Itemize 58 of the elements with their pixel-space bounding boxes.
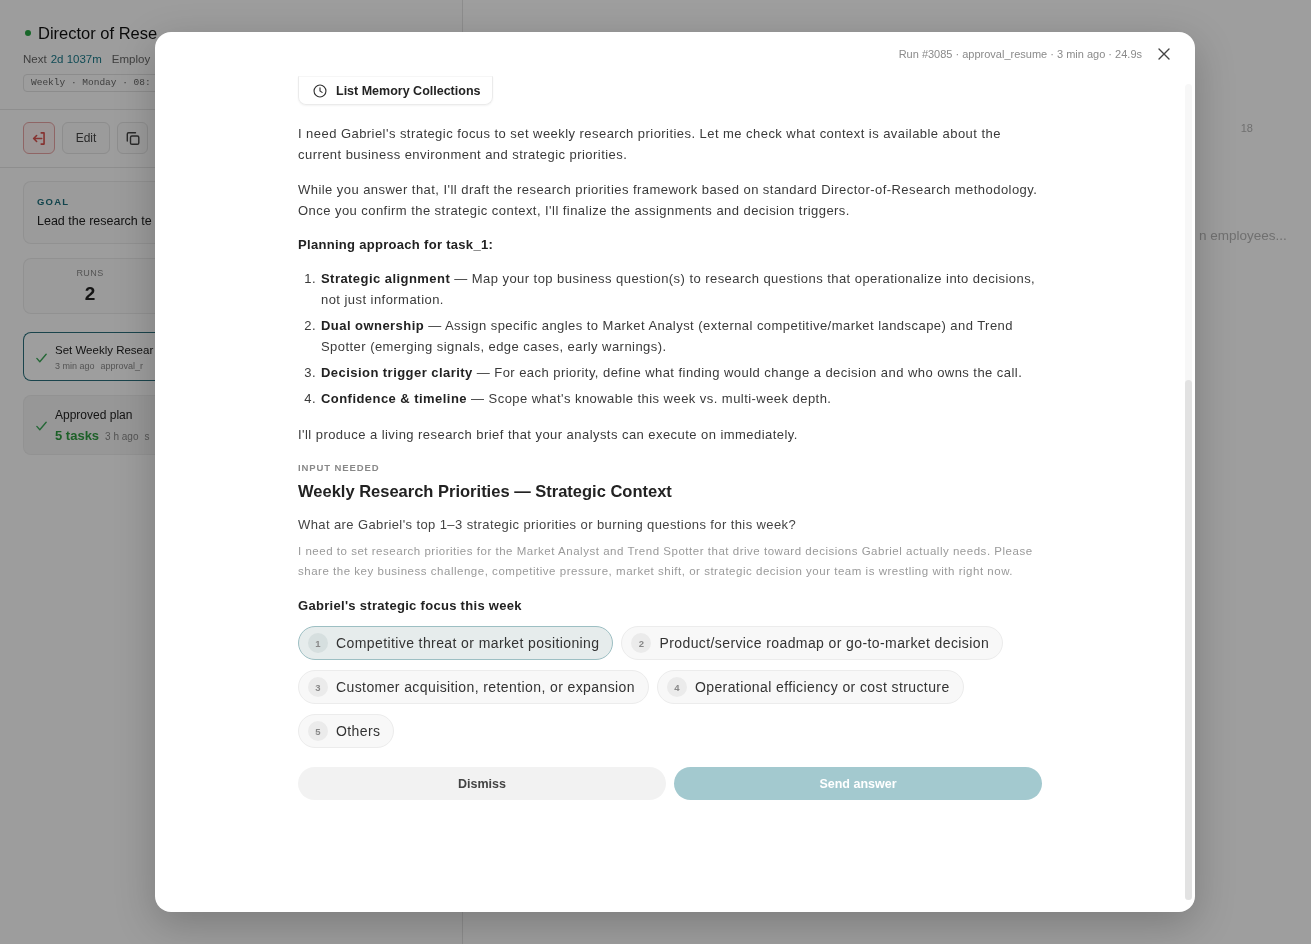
input-description: I need to set research priorities for the Market Analyst and Trend Spotter that drive toward decisions Gabriel actually needs. Please share the key business challenge, competitive pressure, market shift, or strategic decision your team is wrestling with right now. [298, 544, 1034, 579]
check-icon [36, 352, 47, 363]
list-number: 2. [303, 317, 316, 335]
plan-item-text: Decision trigger clarity — For each priority, define what finding would change a decision and who owns the call. [321, 364, 1023, 382]
option-chip[interactable]: 4 Operational efficiency or cost structure [656, 670, 964, 704]
option-number: 5 [308, 721, 328, 741]
goal-label: GOAL [37, 196, 70, 208]
run-detail: s [144, 430, 150, 443]
plan-heading: Planning approach for task_1: [298, 236, 495, 254]
input-title: Weekly Research Priorities — Strategic Context [298, 481, 673, 502]
run-meta: Run #3085 · approval_resume · 3 min ago · 24.9s [898, 48, 1142, 60]
run-title: Approved plan [55, 406, 133, 423]
list-number: 4. [303, 390, 316, 408]
option-number: 3 [308, 677, 328, 697]
input-question: What are Gabriel's top 1–3 strategic priorities or burning questions for this week? [298, 516, 798, 534]
run-item[interactable]: Approved plan 5 tasks 3 h ago s [23, 395, 155, 455]
message-paragraph: While you answer that, I'll draft the research priorities framework based on standard Director-of-Research methodology. Once you confirm the strategic context, I'll finalize the assignments and decision triggers. [298, 181, 1039, 220]
option-chip[interactable]: 5 Others [298, 714, 395, 748]
close-icon [1158, 48, 1170, 60]
stat-value: 2 [84, 282, 96, 306]
clock-icon [313, 83, 327, 98]
task-count: 5 tasks [55, 427, 100, 444]
input-needed-label: INPUT NEEDED [298, 461, 381, 475]
plan-item-text: Confidence & timeline — Scope what's knowable this week vs. multi-week depth. [321, 390, 832, 408]
copy-button[interactable] [117, 122, 148, 154]
exit-icon [32, 131, 46, 145]
option-chip[interactable]: 3 Customer acquisition, retention, or expansion [298, 670, 649, 704]
employee-label: Employ [111, 52, 151, 67]
next-label: Next [23, 52, 47, 67]
tool-call-chip[interactable]: List Memory Collections [298, 76, 494, 105]
option-chip[interactable]: 1 Competitive threat or market positioning [298, 626, 614, 660]
run-detail: approval_r [100, 359, 144, 372]
run-item[interactable]: Set Weekly Resear 3 min ago approval_r [23, 332, 155, 381]
run-title: Set Weekly Resear [55, 342, 154, 358]
check-icon [36, 421, 47, 431]
dismiss-button[interactable]: Dismiss [298, 767, 666, 800]
status-dot-icon [25, 30, 31, 36]
scrollbar[interactable] [1185, 84, 1192, 900]
option-chip[interactable]: 2 Product/service roadmap or go-to-market decision [621, 626, 1004, 660]
option-number: 2 [631, 633, 652, 653]
option-number: 4 [666, 677, 687, 697]
option-number: 1 [308, 633, 328, 653]
run-time: 3 h ago [105, 430, 139, 443]
exit-button[interactable] [23, 122, 55, 154]
options-label: Gabriel's strategic focus this week [298, 597, 523, 615]
list-number: 1. [303, 270, 316, 288]
plan-item-text: Dual ownership — Assign specific angles to Market Analyst (external competitive/market landscape) and Trend Spotter (emerging signals, edge cases, early warnings). [321, 317, 1014, 356]
plan-item-text: Strategic alignment — Map your top business question(s) to research questions that operationalize into decisions, not just information. [321, 270, 1037, 309]
goal-text: Lead the research te [37, 213, 152, 230]
next-run-time: 2d 1037m [50, 52, 102, 67]
list-number: 3. [303, 364, 316, 382]
message-paragraph: I need Gabriel's strategic focus to set weekly research priorities. Let me check what context is available about the current business environment and strategic priorities. [298, 125, 1002, 164]
agent-title: Director of Rese [38, 23, 158, 44]
stat-label: RUNS [76, 267, 104, 279]
copy-icon [125, 131, 140, 145]
run-time: 3 min ago [55, 359, 95, 372]
message-paragraph: I'll produce a living research brief that your analysts can execute on immediately. [298, 426, 799, 444]
edit-button[interactable]: Edit [62, 122, 110, 154]
